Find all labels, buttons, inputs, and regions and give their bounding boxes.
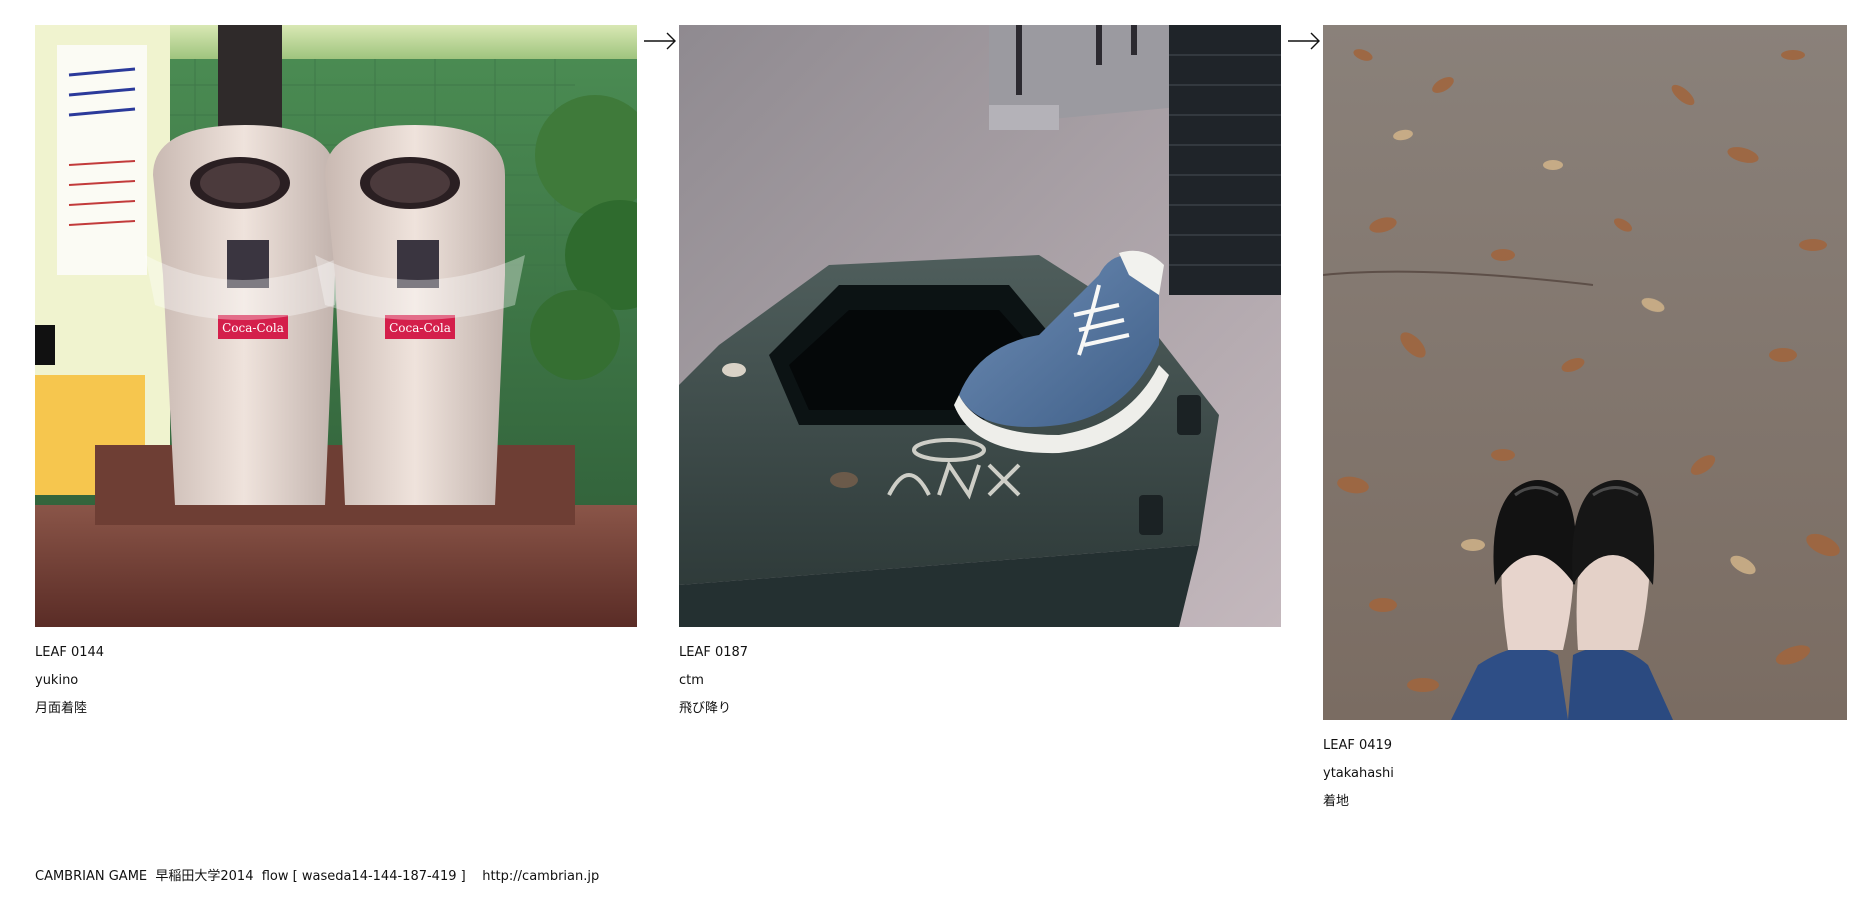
leaf-caption: 着地 — [1323, 794, 1350, 809]
leaf-card-0144: Coca-Cola Coca-Cola LEAF 0144 yukino 月面着… — [35, 25, 637, 723]
footer-credit[interactable]: CAMBRIAN GAME 早稲田大学2014 flow [ waseda14-… — [35, 866, 599, 888]
leaf-photo-trash-bins[interactable]: Coca-Cola Coca-Cola — [35, 25, 637, 627]
arrow-right-icon — [643, 30, 677, 52]
leaf-number[interactable]: LEAF 0144 — [35, 639, 637, 667]
svg-text:Coca-Cola: Coca-Cola — [222, 321, 284, 335]
svg-text:Coca-Cola: Coca-Cola — [389, 321, 451, 335]
sneaker-on-bin-illustration — [679, 25, 1281, 627]
leaf-photo-sneaker[interactable] — [679, 25, 1281, 627]
leaf-number[interactable]: LEAF 0419 — [1323, 732, 1847, 760]
arrow-right-icon — [1287, 30, 1321, 52]
leaf-meta: LEAF 0419 ytakahashi 着地 — [1323, 732, 1847, 816]
leaf-author[interactable]: yukino — [35, 667, 637, 695]
leaf-caption: 月面着陸 — [35, 701, 88, 716]
leaf-author[interactable]: ytakahashi — [1323, 760, 1847, 788]
leaf-photo-feet[interactable] — [1323, 25, 1847, 720]
leaf-author[interactable]: ctm — [679, 667, 1281, 695]
feet-on-leaves-illustration — [1323, 25, 1847, 720]
leaf-number[interactable]: LEAF 0187 — [679, 639, 1281, 667]
leaf-card-0187: LEAF 0187 ctm 飛び降り — [679, 25, 1281, 723]
leaf-meta: LEAF 0187 ctm 飛び降り — [679, 639, 1281, 723]
leaf-caption: 飛び降り — [679, 701, 732, 716]
leaf-card-0419: LEAF 0419 ytakahashi 着地 — [1323, 25, 1847, 816]
trash-bins-illustration: Coca-Cola Coca-Cola — [35, 25, 637, 627]
leaf-meta: LEAF 0144 yukino 月面着陸 — [35, 639, 637, 723]
